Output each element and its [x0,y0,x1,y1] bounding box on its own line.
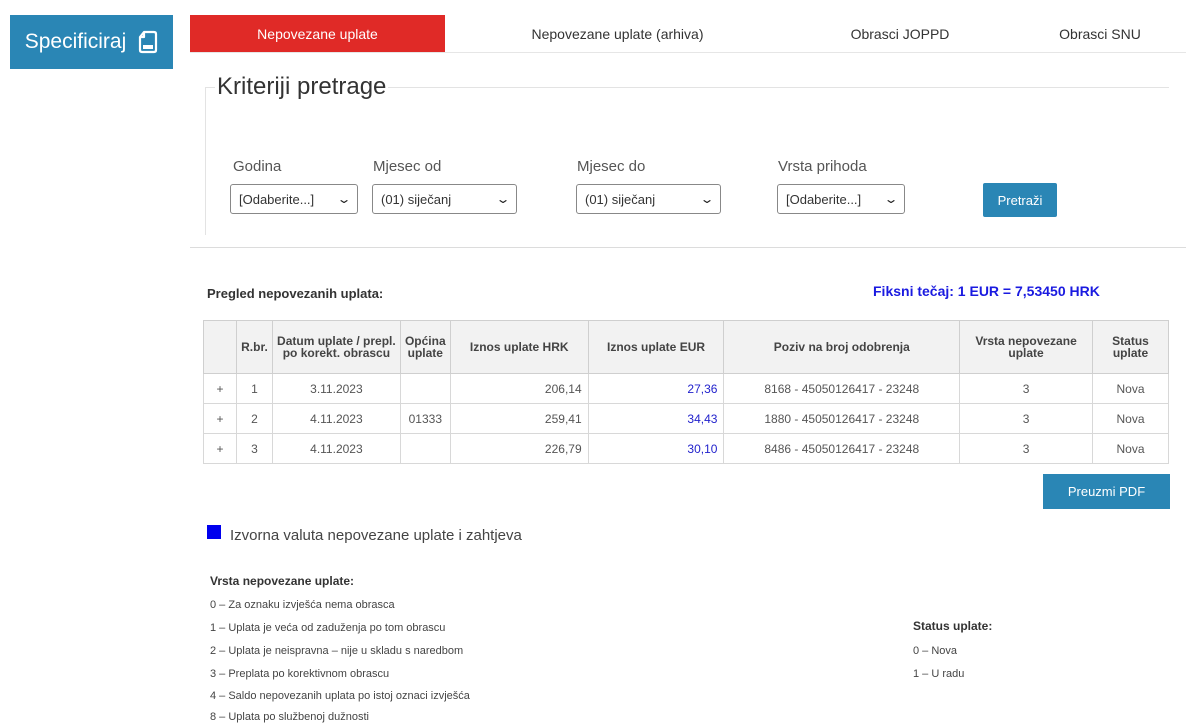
cell-status: Nova [1092,373,1169,404]
download-pdf-button[interactable]: Preuzmi PDF [1043,474,1170,509]
cell-eur: 27,36 [587,373,725,404]
status-legend-title: Status uplate: [913,619,993,633]
table-row[interactable]: + 1 3.11.2023 206,14 27,36 8168 - 450501… [203,373,1169,404]
cell-eur: 34,43 [587,403,725,434]
vrsta-legend-item: 8 – Uplata po službenoj dužnosti [210,711,369,723]
currency-legend-swatch [207,525,221,539]
header-opcina: Općina uplate [399,320,451,374]
header-status: Status uplate [1092,320,1169,374]
header-poziv: Poziv na broj odobrenja [723,320,961,374]
mjesec-do-label: Mjesec do [577,158,646,175]
header-hrk: Iznos uplate HRK [449,320,589,374]
mjesec-od-select[interactable]: (01) siječanj ⌄ [372,184,517,214]
godina-select[interactable]: [Odaberite...] ⌄ [230,184,358,214]
vrsta-legend-item: 2 – Uplata je neispravna – nije u skladu… [210,645,464,657]
chevron-down-icon: ⌄ [495,192,511,206]
cell-poziv: 1880 - 45050126417 - 23248 [723,403,961,434]
expand-row-button[interactable]: + [203,433,237,464]
cell-eur: 30,10 [587,433,725,464]
cell-opcina: 01333 [399,403,451,434]
vrsta-prihoda-select[interactable]: [Odaberite...] ⌄ [777,184,905,214]
cell-opcina [399,373,451,404]
cell-poziv: 8168 - 45050126417 - 23248 [723,373,961,404]
tab-obrasci-snu[interactable]: Obrasci SNU [1020,15,1180,53]
status-legend-item: 0 – Nova [913,645,958,657]
cell-date: 4.11.2023 [271,433,401,464]
header-date: Datum uplate / prepl. po korekt. obrascu [271,320,401,374]
cell-rbr: 2 [235,403,273,434]
cell-vrsta: 3 [959,403,1093,434]
table-header-row: R.br. Datum uplate / prepl. po korekt. o… [203,320,1169,374]
cell-hrk: 226,79 [449,433,589,464]
vrsta-legend-item: 3 – Preplata po korektivnom obrascu [210,668,390,680]
mjesec-od-label: Mjesec od [373,158,442,175]
expand-row-button[interactable]: + [203,403,237,434]
cell-date: 3.11.2023 [271,373,401,404]
expand-row-button[interactable]: + [203,373,237,404]
cell-status: Nova [1092,403,1169,434]
chevron-down-icon: ⌄ [699,192,715,206]
cell-opcina [399,433,451,464]
mjesec-od-value: (01) siječanj [381,191,452,207]
tab-nepovezane-uplate-arhiva[interactable]: Nepovezane uplate (arhiva) [460,15,775,53]
header-expand [203,320,237,374]
mjesec-do-value: (01) siječanj [585,191,656,207]
vrsta-legend-item: 1 – Uplata je veća od zaduženja po tom o… [210,622,446,634]
cell-hrk: 206,14 [449,373,589,404]
vrsta-prihoda-value: [Odaberite...] [786,191,862,207]
vrsta-prihoda-label: Vrsta prihoda [778,158,867,175]
header-rbr: R.br. [235,320,273,374]
table-row[interactable]: + 2 4.11.2023 01333 259,41 34,43 1880 - … [203,403,1169,434]
document-icon [139,30,158,54]
cell-vrsta: 3 [959,433,1093,464]
search-button[interactable]: Pretraži [983,183,1057,217]
status-legend-item: 1 – U radu [913,668,965,680]
overview-title: Pregled nepovezanih uplata: [207,286,384,301]
header-vrsta: Vrsta nepovezane uplate [959,320,1093,374]
chevron-down-icon: ⌄ [883,192,899,206]
chevron-down-icon: ⌄ [336,192,352,206]
tab-nepovezane-uplate[interactable]: Nepovezane uplate [190,15,445,53]
fixed-rate-label: Fiksni tečaj: 1 EUR = 7,53450 HRK [873,283,1100,299]
godina-label: Godina [233,158,282,175]
cell-vrsta: 3 [959,373,1093,404]
cell-hrk: 259,41 [449,403,589,434]
mjesec-do-select[interactable]: (01) siječanj ⌄ [576,184,721,214]
vrsta-legend-item: 4 – Saldo nepovezanih uplata po istoj oz… [210,690,470,702]
search-title: Kriteriji pretrage [215,73,389,101]
table-row[interactable]: + 3 4.11.2023 226,79 30,10 8486 - 450501… [203,433,1169,464]
tab-obrasci-joppd[interactable]: Obrasci JOPPD [800,15,1000,53]
vrsta-legend-title: Vrsta nepovezane uplate: [210,574,355,588]
currency-legend-text: Izvorna valuta nepovezane uplate i zahtj… [230,527,522,544]
cell-rbr: 1 [235,373,273,404]
vrsta-legend-item: 0 – Za oznaku izvješća nema obrasca [210,599,395,611]
cell-rbr: 3 [235,433,273,464]
payments-table: R.br. Datum uplate / prepl. po korekt. o… [203,320,1169,464]
specificiraj-button[interactable]: Specificiraj [10,15,173,69]
cell-status: Nova [1092,433,1169,464]
header-eur: Iznos uplate EUR [587,320,725,374]
specificiraj-label: Specificiraj [24,30,127,53]
cell-poziv: 8486 - 45050126417 - 23248 [723,433,961,464]
godina-value: [Odaberite...] [239,191,315,207]
cell-date: 4.11.2023 [271,403,401,434]
